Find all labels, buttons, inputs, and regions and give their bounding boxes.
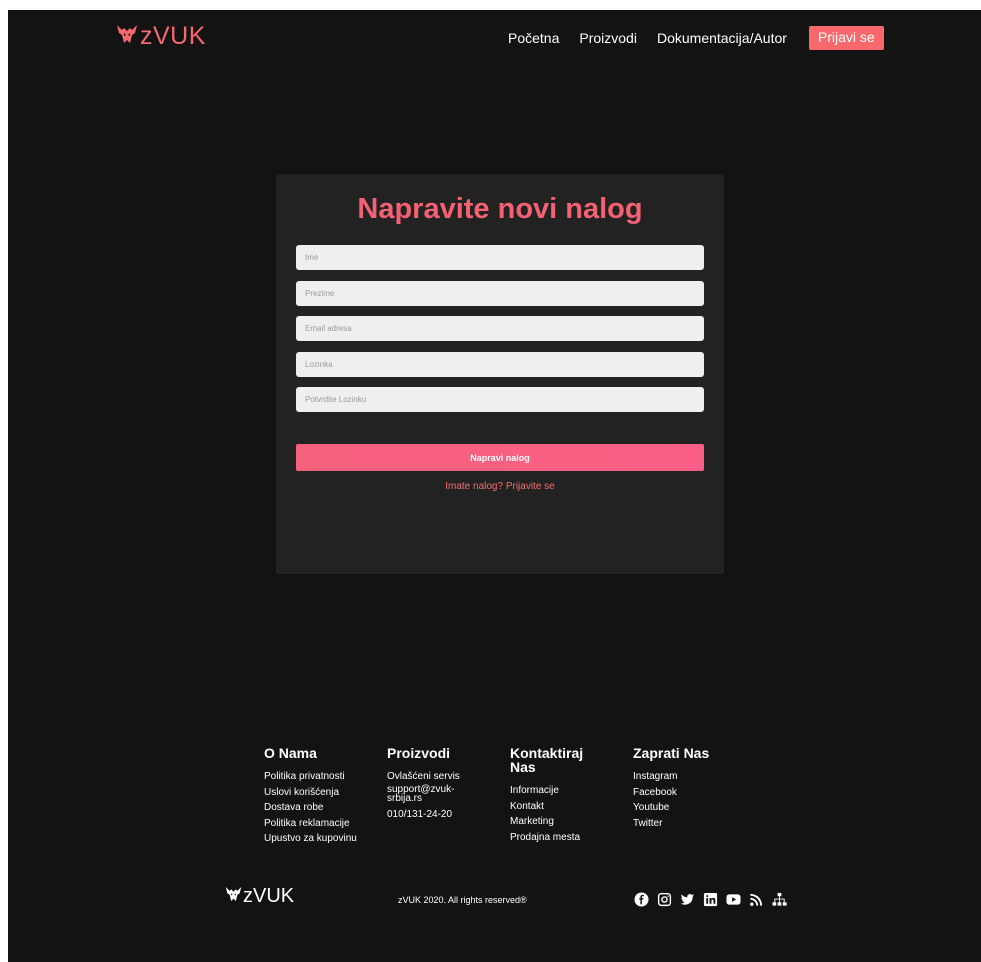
register-card: Napravite novi nalog Napravi nalog Imate…: [276, 174, 724, 574]
confirm-password-input[interactable]: [296, 387, 704, 412]
footer-link[interactable]: Upustvo za kupovinu: [264, 831, 374, 847]
footer-link[interactable]: Marketing: [510, 814, 620, 830]
footer-link[interactable]: Ovlašćeni servis: [387, 769, 497, 785]
footer-products-title: Proizvodi: [387, 745, 451, 761]
social-links: [634, 892, 795, 907]
linkedin-icon[interactable]: [703, 892, 718, 907]
footer-link[interactable]: Uslovi korišćenja: [264, 785, 374, 801]
first-name-input[interactable]: [296, 245, 704, 270]
footer-logo[interactable]: zVUK: [225, 885, 294, 908]
main-nav: Početna Proizvodi Dokumentacija/Autor Pr…: [508, 26, 884, 50]
footer-link[interactable]: Politika reklamacije: [264, 816, 374, 832]
footer-phone[interactable]: 010/131-24-20: [387, 807, 497, 823]
footer-follow-title: Zaprati Nas: [633, 745, 710, 761]
register-title: Napravite novi nalog: [357, 193, 643, 225]
sitemap-icon[interactable]: [772, 892, 787, 907]
nav-home[interactable]: Početna: [508, 30, 559, 46]
footer-link[interactable]: Twitter: [633, 816, 743, 832]
rss-icon[interactable]: [749, 892, 764, 907]
page: zVUK Početna Proizvodi Dokumentacija/Aut…: [8, 10, 981, 962]
footer-link[interactable]: Youtube: [633, 800, 743, 816]
instagram-icon[interactable]: [657, 892, 672, 907]
nav-docs[interactable]: Dokumentacija/Autor: [657, 30, 787, 46]
footer-about-title: O Nama: [264, 745, 317, 761]
login-button[interactable]: Prijavi se: [808, 26, 884, 50]
header-logo[interactable]: zVUK: [116, 22, 206, 51]
wolf-logo-icon: [116, 24, 138, 50]
facebook-icon[interactable]: [634, 892, 649, 907]
footer-col-follow: Zaprati Nas Instagram Facebook Youtube T…: [633, 746, 743, 831]
nav-products[interactable]: Proizvodi: [579, 30, 637, 46]
footer-link[interactable]: Facebook: [633, 785, 743, 801]
footer-link[interactable]: Dostava robe: [264, 800, 374, 816]
copyright-text: zVUK 2020. All rights reserved®: [398, 895, 527, 905]
footer-link[interactable]: Kontakt: [510, 799, 620, 815]
twitter-icon[interactable]: [680, 892, 695, 907]
footer-link[interactable]: Prodajna mesta: [510, 830, 620, 846]
email-input[interactable]: [296, 316, 704, 341]
footer-contact-title: Kontaktiraj Nas: [510, 745, 584, 775]
login-link[interactable]: Imate nalog? Prijavite se: [276, 481, 724, 492]
footer-email-link[interactable]: support@zvuk-srbija.rs: [387, 784, 469, 804]
create-account-button[interactable]: Napravi nalog: [296, 444, 704, 471]
footer-logo-text: zVUK: [243, 885, 295, 907]
wolf-logo-icon: [225, 886, 242, 907]
footer-col-contact: Kontaktiraj Nas Informacije Kontakt Mark…: [510, 746, 620, 845]
last-name-input[interactable]: [296, 281, 704, 306]
footer-col-products: Proizvodi Ovlašćeni servis support@zvuk-…: [387, 746, 497, 822]
youtube-icon[interactable]: [726, 892, 741, 907]
footer-link[interactable]: Politika privatnosti: [264, 769, 374, 785]
footer-link[interactable]: Instagram: [633, 769, 743, 785]
footer-col-about: O Nama Politika privatnosti Uslovi koriš…: [264, 746, 374, 847]
password-input[interactable]: [296, 352, 704, 377]
logo-text: zVUK: [140, 22, 206, 50]
footer-link[interactable]: Informacije: [510, 783, 620, 799]
